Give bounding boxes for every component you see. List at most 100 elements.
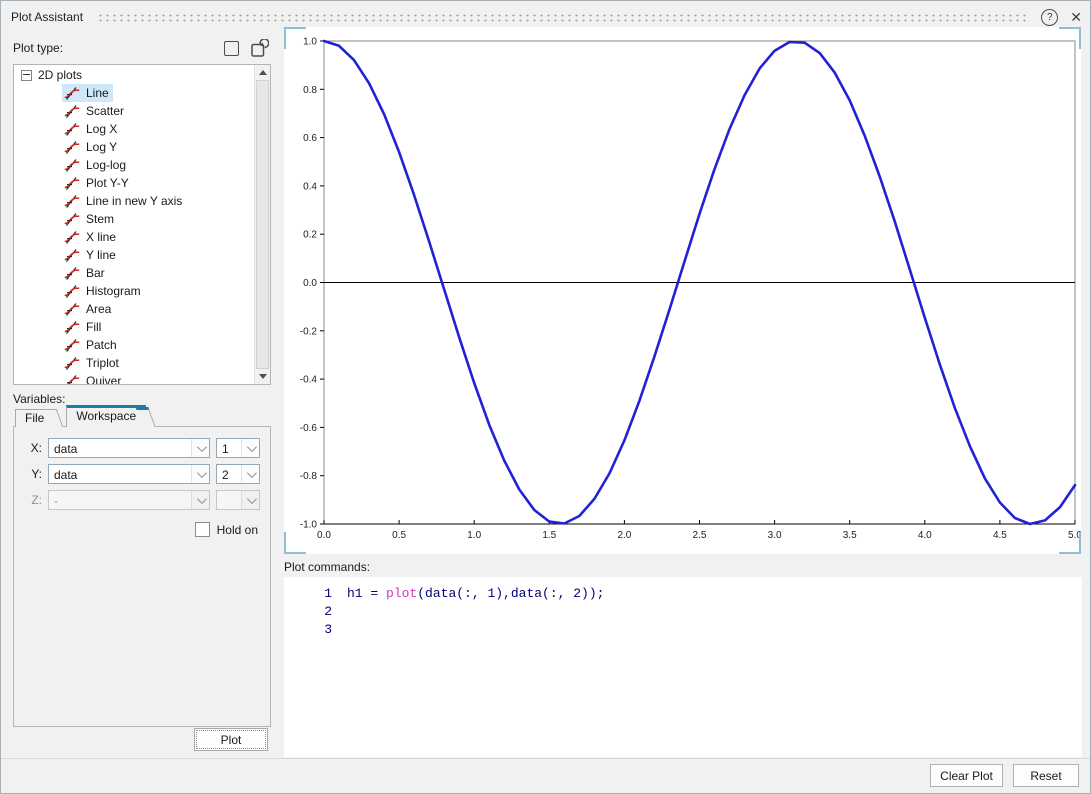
tree-item-patch[interactable]: Patch bbox=[14, 336, 254, 354]
scrollbar-thumb[interactable] bbox=[256, 80, 269, 369]
x-tick-label: 1.5 bbox=[542, 530, 556, 541]
plot-type-header: Plot type: bbox=[13, 37, 269, 59]
clear-plot-button[interactable]: Clear Plot bbox=[930, 764, 1003, 787]
tree-item-y-line[interactable]: Y line bbox=[14, 246, 254, 264]
axis-label: Y: bbox=[24, 467, 42, 481]
y-tick-label: 0.2 bbox=[303, 230, 317, 241]
tab-file[interactable]: File bbox=[15, 409, 54, 427]
collapse-icon[interactable] bbox=[21, 70, 32, 81]
plot-assistant-window: Plot Assistant ? ✕ Plot type: 2D plots L… bbox=[0, 0, 1091, 794]
chevron-down-icon bbox=[241, 491, 259, 509]
plot-curve-icon bbox=[64, 303, 80, 316]
tree-item-log-y[interactable]: Log Y bbox=[14, 138, 254, 156]
x-tick-label: 4.5 bbox=[993, 530, 1007, 541]
export-figure-icon[interactable] bbox=[249, 38, 269, 58]
tree-item-log-log[interactable]: Log-log bbox=[14, 156, 254, 174]
z-column-select bbox=[216, 490, 260, 510]
variable-row-z: Z:- bbox=[24, 490, 260, 510]
chart: 0.00.51.01.52.02.53.03.54.04.55.01.00.80… bbox=[284, 27, 1081, 554]
y-column-select[interactable]: 2 bbox=[216, 464, 260, 484]
tab-workspace[interactable]: Workspace bbox=[66, 405, 146, 427]
axis-label: X: bbox=[24, 441, 42, 455]
hold-on-checkbox[interactable] bbox=[195, 522, 210, 537]
x-tick-label: 3.5 bbox=[843, 530, 857, 541]
tree-item-line[interactable]: Line bbox=[14, 84, 254, 102]
plot-curve-icon bbox=[64, 321, 80, 334]
plot-curve-icon bbox=[64, 357, 80, 370]
code-line[interactable]: 3 bbox=[284, 621, 1082, 639]
selection-corner-bottom-right bbox=[1059, 532, 1081, 554]
x-variable-select[interactable]: data bbox=[48, 438, 210, 458]
titlebar-drag-handle[interactable] bbox=[97, 12, 1029, 22]
tree-item-line-in-new-y-axis[interactable]: Line in new Y axis bbox=[14, 192, 254, 210]
x-tick-label: 1.0 bbox=[467, 530, 481, 541]
x-tick-label: 2.0 bbox=[617, 530, 631, 541]
plot-curve-icon bbox=[64, 213, 80, 226]
line-number: 1 bbox=[284, 585, 332, 603]
tree-item-bar[interactable]: Bar bbox=[14, 264, 254, 282]
y-tick-label: 0.6 bbox=[303, 133, 317, 144]
x-tick-label: 2.5 bbox=[693, 530, 707, 541]
variables-label: Variables: bbox=[13, 392, 65, 406]
tree-item-plot-y-y[interactable]: Plot Y-Y bbox=[14, 174, 254, 192]
tree-item-area[interactable]: Area bbox=[14, 300, 254, 318]
chevron-down-icon bbox=[191, 491, 209, 509]
y-tick-label: 0.0 bbox=[303, 278, 317, 289]
tree-scrollbar[interactable] bbox=[254, 65, 270, 384]
variables-tabs: File Workspace bbox=[15, 406, 158, 427]
reset-button[interactable]: Reset bbox=[1013, 764, 1079, 787]
plot-curve-icon bbox=[64, 177, 80, 190]
plot-curve-icon bbox=[64, 195, 80, 208]
workspace-tab-page: X: data 1 Y: data 2 Z:- Hold on bbox=[13, 426, 271, 727]
y-tick-label: -1.0 bbox=[300, 520, 318, 531]
close-icon[interactable]: ✕ bbox=[1070, 10, 1082, 24]
tree-item-histogram[interactable]: Histogram bbox=[14, 282, 254, 300]
new-figure-icon[interactable] bbox=[221, 38, 241, 58]
line-number: 2 bbox=[284, 603, 332, 621]
plot-curve-icon bbox=[64, 87, 80, 100]
code-line[interactable]: 2 bbox=[284, 603, 1082, 621]
tree-item-triplot[interactable]: Triplot bbox=[14, 354, 254, 372]
plot-type-tree: 2D plots Line Scatter Log X Log Y Log-lo… bbox=[13, 64, 271, 385]
tree-item-log-x[interactable]: Log X bbox=[14, 120, 254, 138]
chevron-down-icon[interactable] bbox=[241, 465, 259, 483]
plot-curve-icon bbox=[64, 375, 80, 386]
tree-item-x-line[interactable]: X line bbox=[14, 228, 254, 246]
chevron-down-icon[interactable] bbox=[191, 439, 209, 457]
help-icon[interactable]: ? bbox=[1041, 9, 1058, 26]
plot-commands-label: Plot commands: bbox=[284, 560, 370, 574]
selection-corner-top-right bbox=[1059, 27, 1081, 49]
axis-label: Z: bbox=[24, 493, 42, 507]
window-title: Plot Assistant bbox=[11, 10, 83, 24]
line-number: 3 bbox=[284, 621, 332, 639]
plot-curve-icon bbox=[64, 123, 80, 136]
x-tick-label: 0.0 bbox=[317, 530, 331, 541]
plot-curve-icon bbox=[64, 231, 80, 244]
selection-corner-bottom-left bbox=[284, 532, 306, 554]
variable-row-x: X: data 1 bbox=[24, 438, 260, 458]
scroll-up-icon[interactable] bbox=[255, 65, 270, 80]
tree-root-2d-plots[interactable]: 2D plots bbox=[14, 66, 254, 84]
code-line[interactable]: 1h1 = plot(data(:, 1),data(:, 2)); bbox=[284, 585, 1082, 603]
x-tick-label: 0.5 bbox=[392, 530, 406, 541]
tree-item-scatter[interactable]: Scatter bbox=[14, 102, 254, 120]
hold-on-row: Hold on bbox=[14, 522, 258, 537]
chevron-down-icon[interactable] bbox=[191, 465, 209, 483]
plot-curve-icon bbox=[64, 285, 80, 298]
chevron-down-icon[interactable] bbox=[241, 439, 259, 457]
tree-item-stem[interactable]: Stem bbox=[14, 210, 254, 228]
tree-item-fill[interactable]: Fill bbox=[14, 318, 254, 336]
selection-corner-top-left bbox=[284, 27, 306, 49]
z-variable-select: - bbox=[48, 490, 210, 510]
plot-curve-icon bbox=[64, 141, 80, 154]
plot-curve-icon bbox=[64, 249, 80, 262]
titlebar: Plot Assistant ? ✕ bbox=[11, 7, 1082, 27]
x-column-select[interactable]: 1 bbox=[216, 438, 260, 458]
y-variable-select[interactable]: data bbox=[48, 464, 210, 484]
plot-button[interactable]: Plot bbox=[194, 728, 268, 751]
scroll-down-icon[interactable] bbox=[255, 369, 270, 384]
tree-item-quiver[interactable]: Quiver bbox=[14, 372, 254, 385]
plot-commands-editor[interactable]: 1h1 = plot(data(:, 1),data(:, 2));23 bbox=[284, 577, 1082, 757]
x-tick-label: 3.0 bbox=[768, 530, 782, 541]
y-tick-label: -0.8 bbox=[300, 471, 318, 482]
